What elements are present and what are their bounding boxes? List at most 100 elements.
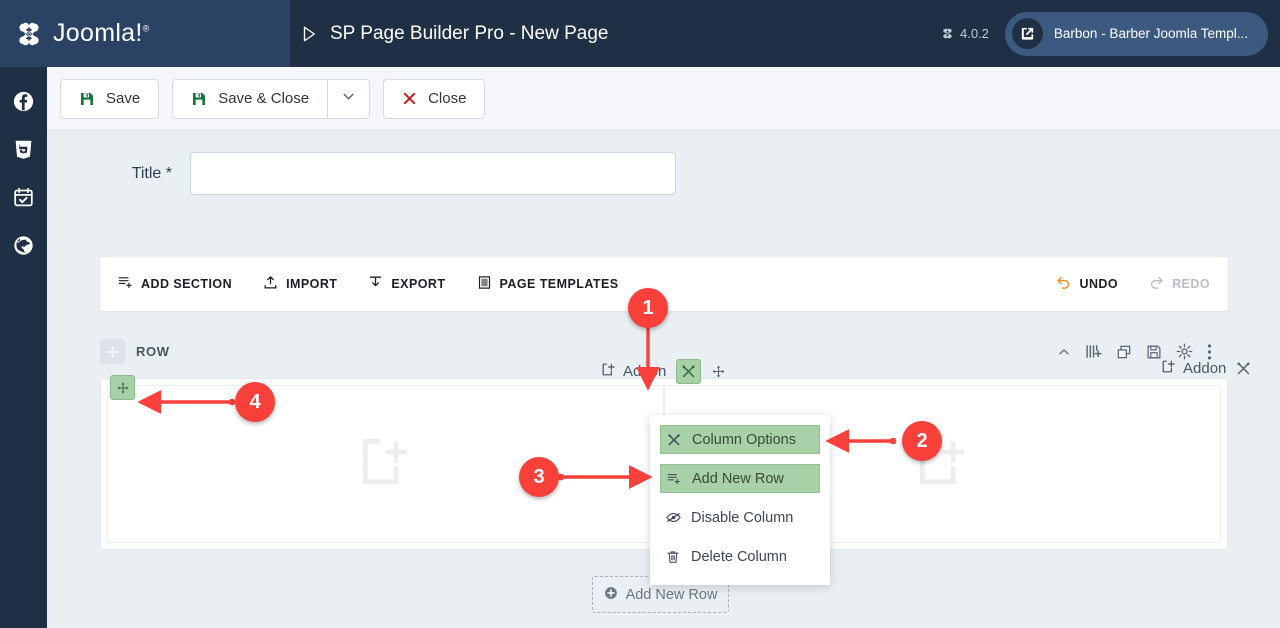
callout-badge-2: 2: [902, 421, 942, 461]
left-column-controls: Addon: [601, 359, 726, 384]
title-field-row: Title *: [47, 152, 1280, 195]
row-settings-icon[interactable]: [1176, 343, 1193, 360]
template-preview-button[interactable]: Barbon - Barber Joomla Templ...: [1004, 11, 1268, 56]
sidebar-item-globe[interactable]: [13, 235, 34, 256]
callout-badge-3: 3: [519, 457, 559, 497]
joomla-version: 4.0.2: [941, 26, 989, 41]
save-button-label: Save: [106, 90, 141, 107]
plus-circle-icon: [604, 586, 618, 604]
right-column-controls: Addon: [1161, 359, 1251, 378]
row-more-icon[interactable]: [1207, 343, 1212, 361]
menu-item-delete-column[interactable]: Delete Column: [660, 542, 820, 571]
brand-label: Joomla!®: [53, 19, 150, 48]
save-and-close-label: Save & Close: [218, 90, 310, 107]
collapse-row-icon[interactable]: [1057, 345, 1071, 359]
sidebar-item-facebook[interactable]: [13, 91, 34, 112]
eye-slash-icon: [666, 510, 682, 525]
save-button[interactable]: Save: [60, 78, 160, 119]
play-triangle-icon: [303, 26, 315, 41]
redo-arrow-icon: [1149, 275, 1164, 293]
add-addon-icon: [1161, 359, 1176, 378]
close-x-icon: [402, 91, 417, 106]
brand-text: Joomla!: [53, 19, 143, 47]
column-options-button[interactable]: [676, 359, 702, 384]
title-label: Title *: [131, 164, 172, 182]
undo-label: UNDO: [1079, 277, 1119, 291]
close-button[interactable]: Close: [383, 78, 486, 119]
save-close-group: Save & Close: [172, 78, 371, 119]
export-button[interactable]: EXPORT: [368, 275, 445, 293]
save-row-icon[interactable]: [1146, 344, 1162, 360]
callout-badge-4: 4: [235, 382, 275, 422]
topbar-right: 4.0.2 Barbon - Barber Joomla Templ...: [941, 0, 1268, 67]
move-arrows-icon: [106, 345, 119, 358]
chevron-down-icon: [341, 89, 356, 108]
move-arrows-icon: [116, 381, 129, 394]
column-drag-button[interactable]: [711, 364, 726, 379]
trash-icon: [666, 550, 682, 564]
page-templates-icon: [477, 275, 492, 293]
joomla-small-icon: [943, 28, 952, 39]
redo-label: REDO: [1172, 277, 1210, 291]
add-addon-button-left[interactable]: Addon: [601, 362, 666, 381]
redo-button[interactable]: REDO: [1149, 275, 1210, 293]
close-button-label: Close: [428, 90, 467, 107]
top-bar: Joomla!® SP Page Builder Pro - New Page …: [0, 0, 1280, 67]
column-options-button-right[interactable]: [1236, 361, 1251, 376]
save-options-dropdown-button[interactable]: [327, 78, 371, 119]
globe-icon: [14, 236, 33, 255]
add-column-icon[interactable]: [1085, 343, 1102, 360]
undo-arrow-icon: [1056, 275, 1071, 293]
addon-label-left: Addon: [623, 363, 667, 380]
title-input[interactable]: [190, 152, 676, 195]
addon-label-right: Addon: [1183, 360, 1227, 377]
add-new-row-label: Add New Row: [625, 586, 718, 603]
joomla-mark-icon: [19, 22, 39, 45]
column-move-handle[interactable]: [110, 375, 135, 400]
add-section-label: ADD SECTION: [141, 277, 233, 291]
menu-item-column-options[interactable]: Column Options: [660, 425, 820, 454]
page-title-area: SP Page Builder Pro - New Page: [300, 0, 608, 67]
import-button[interactable]: IMPORT: [263, 275, 337, 293]
calendar-check-icon: [14, 187, 33, 207]
brand-area[interactable]: Joomla!®: [0, 0, 290, 67]
external-link-icon: [1011, 18, 1043, 49]
save-disk-icon: [191, 91, 207, 107]
joomla-logo[interactable]: Joomla!®: [14, 19, 150, 49]
page-templates-label: PAGE TEMPLATES: [499, 277, 619, 291]
column-left[interactable]: [107, 385, 664, 543]
import-label: IMPORT: [286, 277, 338, 291]
undo-button[interactable]: UNDO: [1056, 275, 1118, 293]
menu-label-add-new-row: Add New Row: [692, 470, 784, 487]
page-title: SP Page Builder Pro - New Page: [330, 22, 609, 44]
version-label: 4.0.2: [959, 26, 989, 41]
move-arrows-icon: [712, 365, 725, 378]
callout-badge-1: 1: [628, 288, 668, 328]
left-sidebar: [0, 67, 47, 628]
save-and-close-button[interactable]: Save & Close: [172, 78, 329, 119]
save-disk-icon: [79, 91, 95, 107]
menu-item-disable-column[interactable]: Disable Column: [660, 503, 820, 532]
row-label: ROW: [136, 344, 170, 359]
template-name: Barbon - Barber Joomla Templ...: [1053, 26, 1248, 41]
menu-item-add-new-row[interactable]: Add New Row: [660, 464, 820, 493]
sidebar-item-css3[interactable]: [13, 139, 34, 160]
add-addon-button-right[interactable]: Addon: [1161, 359, 1226, 378]
row-move-handle[interactable]: [100, 339, 125, 364]
menu-label-column-options: Column Options: [692, 431, 796, 448]
row-actions: [1057, 343, 1212, 361]
export-download-icon: [368, 275, 383, 293]
duplicate-row-icon[interactable]: [1116, 344, 1132, 360]
sidebar-item-calendar[interactable]: [13, 187, 34, 208]
editor-toolbar: Save Save & Close Close: [47, 67, 1280, 131]
add-addon-icon[interactable]: [357, 433, 414, 495]
page-templates-button[interactable]: PAGE TEMPLATES: [477, 275, 619, 293]
builder-history-actions: UNDO REDO: [1056, 275, 1210, 293]
menu-label-disable-column: Disable Column: [691, 509, 794, 526]
add-addon-icon: [601, 362, 616, 381]
add-section-button[interactable]: ADD SECTION: [118, 275, 232, 293]
export-label: EXPORT: [391, 277, 446, 291]
column-context-menu: Column Options Add New Row Disable Colum…: [650, 415, 830, 585]
add-section-icon: [118, 275, 133, 293]
tools-icon: [1237, 362, 1250, 375]
